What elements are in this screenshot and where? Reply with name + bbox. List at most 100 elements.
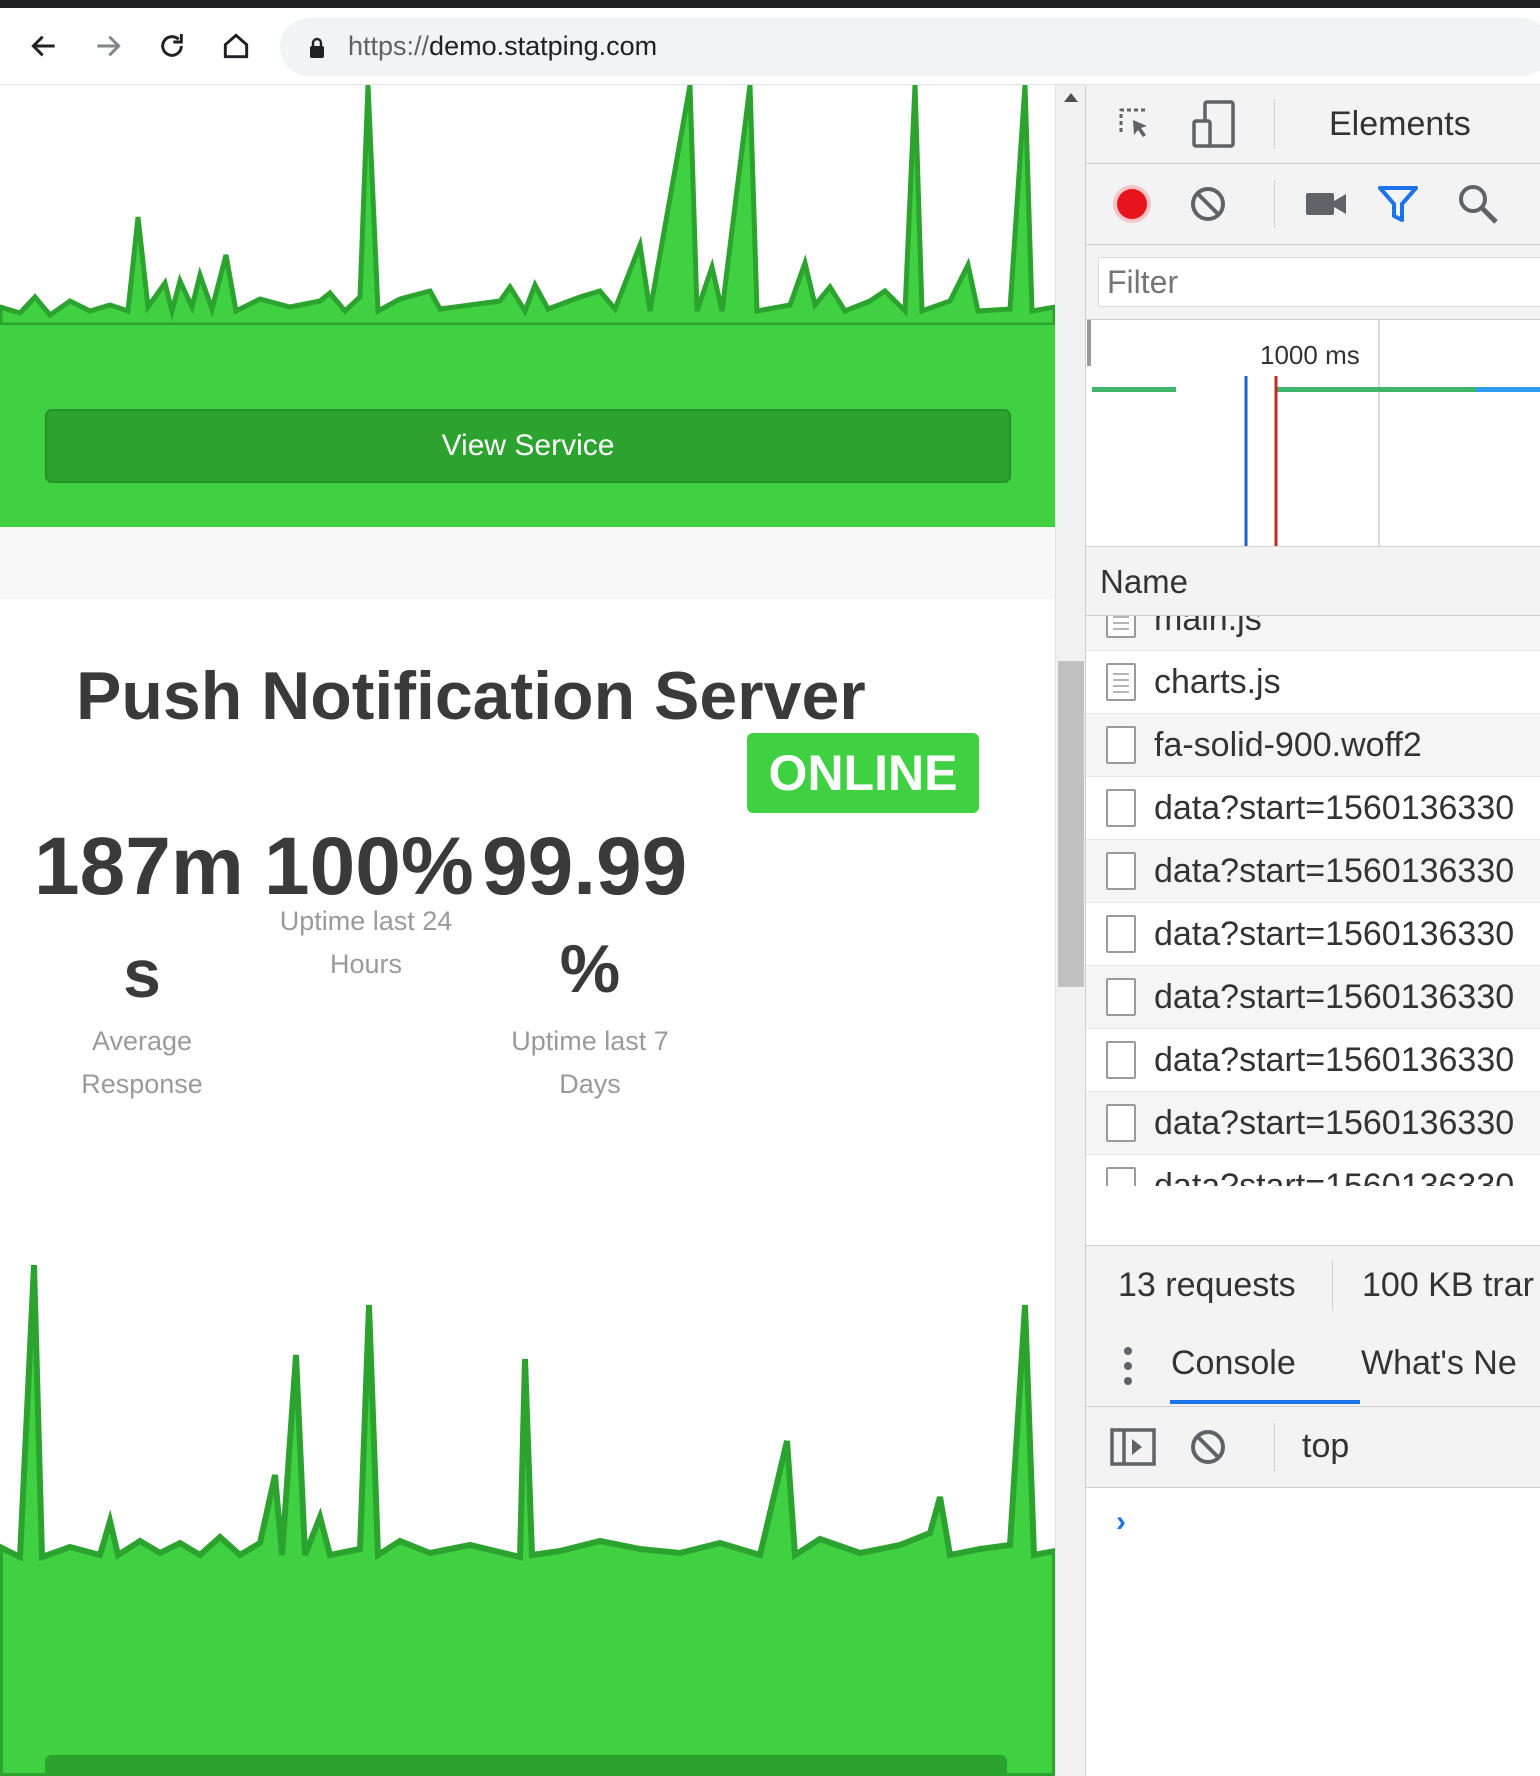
- file-icon: [1106, 1041, 1136, 1079]
- clear-icon[interactable]: [1188, 184, 1228, 224]
- response-time-chart-top: [0, 85, 1055, 325]
- filter-input[interactable]: Filter: [1098, 257, 1540, 307]
- name-header-label: Name: [1100, 563, 1189, 600]
- request-row[interactable]: fa-solid-900.woff2: [1086, 714, 1540, 777]
- request-row[interactable]: data?start=1560136330: [1086, 903, 1540, 966]
- request-name: data?start=1560136330: [1154, 789, 1515, 827]
- request-row[interactable]: data?start=1560136330: [1086, 777, 1540, 840]
- uptime-7d-label: Uptime last 7 Days: [480, 1020, 700, 1106]
- page-scrollbar[interactable]: [1055, 85, 1086, 1776]
- request-row[interactable]: main.js: [1086, 616, 1540, 651]
- uptime-7d-unit: %: [559, 931, 621, 1007]
- scroll-up-arrow[interactable]: [1064, 93, 1078, 102]
- status-badge: ONLINE: [747, 733, 979, 813]
- arrow-left-icon: [31, 35, 55, 57]
- avg-response-label-line2: Response: [81, 1069, 203, 1099]
- request-count: 13 requests: [1118, 1266, 1296, 1304]
- arrow-right-icon: [97, 35, 121, 57]
- network-summary-bar: 13 requests 100 KB trar: [1086, 1245, 1540, 1327]
- network-overview: 1000 ms: [1086, 320, 1540, 547]
- avg-response-unit: s: [123, 936, 161, 1012]
- uptime-24h-label: Uptime last 24 Hours: [256, 900, 476, 986]
- forward-button[interactable]: [88, 26, 128, 66]
- request-row[interactable]: data?start=1560136330: [1086, 1092, 1540, 1155]
- url-scheme: https://: [348, 31, 430, 61]
- request-name: data?start=1560136330: [1154, 852, 1515, 890]
- request-list: main.js charts.js fa-solid-900.woff2 dat…: [1086, 616, 1540, 1186]
- search-icon[interactable]: [1456, 182, 1500, 226]
- console-prompt-icon[interactable]: ›: [1116, 1505, 1126, 1539]
- video-camera-icon[interactable]: [1304, 184, 1348, 224]
- request-row[interactable]: data?start=1560136330: [1086, 1155, 1540, 1186]
- request-name: main.js: [1154, 616, 1262, 638]
- card-separator: [0, 527, 1055, 599]
- console-toolbar: top: [1086, 1407, 1540, 1488]
- home-icon: [223, 33, 249, 59]
- view-service-button[interactable]: View Service: [45, 409, 1011, 483]
- tab-elements[interactable]: Elements: [1329, 105, 1471, 144]
- more-options-icon[interactable]: [1116, 1344, 1140, 1388]
- tab-whats-new[interactable]: What's Ne: [1361, 1344, 1517, 1383]
- scrollbar-thumb[interactable]: [1058, 661, 1084, 987]
- browser-toolbar: https://demo.statping.com: [0, 8, 1540, 85]
- avg-response-value: 187m: [34, 821, 244, 912]
- network-toolbar: [1086, 164, 1540, 245]
- tab-separator: [1274, 99, 1275, 149]
- file-icon: [1106, 978, 1136, 1016]
- uptime-7d-value: 99.99: [482, 821, 688, 912]
- name-column-header[interactable]: Name: [1086, 547, 1540, 616]
- clear-console-icon[interactable]: [1188, 1427, 1228, 1467]
- file-icon: [1106, 789, 1136, 827]
- script-file-icon: [1106, 663, 1136, 701]
- inspect-element-icon[interactable]: [1114, 103, 1158, 147]
- filter-icon[interactable]: [1376, 182, 1420, 226]
- script-file-icon: [1106, 616, 1136, 638]
- window-top-strip: [0, 0, 1540, 8]
- page-content: View Service Push Notification Server ON…: [0, 85, 1055, 1776]
- request-name: charts.js: [1154, 663, 1281, 701]
- view-service-button-partial[interactable]: [45, 1755, 1007, 1776]
- timeline-tick-label: 1000 ms: [1260, 340, 1360, 370]
- request-row[interactable]: data?start=1560136330: [1086, 1029, 1540, 1092]
- console-separator: [1274, 1423, 1275, 1471]
- reload-button[interactable]: [152, 26, 192, 66]
- request-name: data?start=1560136330: [1154, 1041, 1515, 1079]
- file-icon: [1106, 915, 1136, 953]
- drawer-tab-bar: Console What's Ne: [1086, 1326, 1540, 1407]
- devtools-panel: Elements Filter 1000 ms Name main.js cha…: [1085, 85, 1540, 1776]
- request-row[interactable]: data?start=1560136330: [1086, 966, 1540, 1029]
- active-tab-indicator: [1170, 1400, 1360, 1404]
- request-row[interactable]: charts.js: [1086, 651, 1540, 714]
- url-host: demo.statping.com: [429, 31, 658, 61]
- request-row[interactable]: data?start=1560136330: [1086, 840, 1540, 903]
- file-icon: [1106, 726, 1136, 764]
- devtools-tab-bar: Elements: [1086, 85, 1540, 164]
- uptime-7d-label-line1: Uptime last 7: [511, 1026, 669, 1056]
- address-bar[interactable]: https://demo.statping.com: [280, 18, 1540, 76]
- file-icon: [1106, 1104, 1136, 1142]
- request-name: data?start=1560136330: [1154, 915, 1515, 953]
- uptime-7d-label-line2: Days: [559, 1069, 621, 1099]
- device-toolbar-icon[interactable]: [1190, 99, 1238, 149]
- request-name: data?start=1560136330: [1154, 1167, 1515, 1186]
- response-time-chart: [0, 1265, 1055, 1776]
- transferred-size: 100 KB trar: [1362, 1266, 1534, 1304]
- reload-icon: [161, 34, 183, 57]
- url-text[interactable]: https://demo.statping.com: [348, 31, 657, 62]
- toolbar-separator: [1274, 180, 1275, 228]
- filter-row: Filter: [1086, 245, 1540, 320]
- avg-response-label: Average Response: [42, 1020, 242, 1106]
- context-selector[interactable]: top: [1302, 1427, 1349, 1466]
- file-icon: [1106, 1167, 1136, 1186]
- uptime-24h-label-line1: Uptime last 24: [279, 906, 453, 936]
- summary-separator: [1332, 1260, 1333, 1310]
- back-button[interactable]: [24, 26, 64, 66]
- service-title: Push Notification Server: [76, 658, 866, 734]
- previous-service-chart: View Service: [0, 85, 1055, 527]
- file-icon: [1106, 852, 1136, 890]
- record-icon[interactable]: [1110, 182, 1154, 226]
- show-sidebar-icon[interactable]: [1110, 1427, 1156, 1467]
- tab-console[interactable]: Console: [1171, 1344, 1296, 1383]
- request-name: data?start=1560136330: [1154, 1104, 1515, 1142]
- home-button[interactable]: [216, 26, 256, 66]
